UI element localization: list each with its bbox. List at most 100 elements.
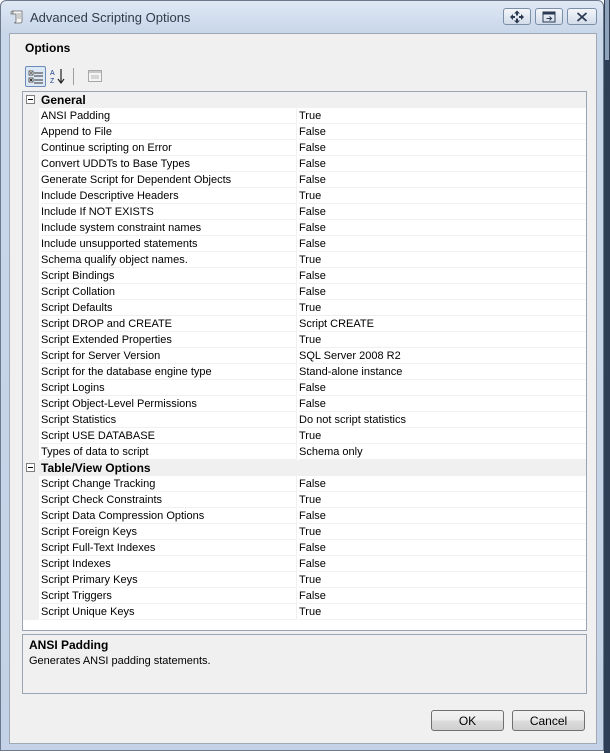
- property-name[interactable]: Include Descriptive Headers: [41, 188, 296, 204]
- property-name[interactable]: Append to File: [41, 124, 296, 140]
- property-row[interactable]: ANSI Padding True: [23, 108, 586, 124]
- column-divider[interactable]: [296, 252, 297, 268]
- ok-button[interactable]: OK: [431, 710, 504, 731]
- property-name[interactable]: Continue scripting on Error: [41, 140, 296, 156]
- cancel-button[interactable]: Cancel: [512, 710, 585, 731]
- property-row[interactable]: Include If NOT EXISTS False: [23, 204, 586, 220]
- property-name[interactable]: Schema qualify object names.: [41, 252, 296, 268]
- property-name[interactable]: Script Data Compression Options: [41, 508, 296, 524]
- property-value[interactable]: True: [299, 252, 586, 268]
- property-value[interactable]: True: [299, 604, 586, 620]
- column-divider[interactable]: [296, 284, 297, 300]
- property-name[interactable]: Script Check Constraints: [41, 492, 296, 508]
- property-grid[interactable]: General ANSI Padding True Append to File Fal…: [22, 91, 587, 631]
- property-row[interactable]: Types of data to script Schema only: [23, 444, 586, 460]
- property-row[interactable]: Script Triggers False: [23, 588, 586, 604]
- column-divider[interactable]: [296, 508, 297, 524]
- property-row[interactable]: Script Statistics Do not script statistic…: [23, 412, 586, 428]
- property-row[interactable]: Continue scripting on Error False: [23, 140, 586, 156]
- property-value[interactable]: False: [299, 172, 586, 188]
- property-name[interactable]: Script Collation: [41, 284, 296, 300]
- column-divider[interactable]: [296, 156, 297, 172]
- property-value[interactable]: False: [299, 156, 586, 172]
- property-value[interactable]: True: [299, 492, 586, 508]
- column-divider[interactable]: [296, 572, 297, 588]
- column-divider[interactable]: [296, 220, 297, 236]
- property-name[interactable]: Include If NOT EXISTS: [41, 204, 296, 220]
- column-divider[interactable]: [296, 492, 297, 508]
- property-value[interactable]: False: [299, 140, 586, 156]
- property-value[interactable]: False: [299, 220, 586, 236]
- column-divider[interactable]: [296, 188, 297, 204]
- property-row[interactable]: Script Defaults True: [23, 300, 586, 316]
- property-value[interactable]: False: [299, 124, 586, 140]
- property-name[interactable]: Script Indexes: [41, 556, 296, 572]
- property-row[interactable]: Append to File False: [23, 124, 586, 140]
- property-value[interactable]: False: [299, 540, 586, 556]
- move-button[interactable]: [503, 8, 531, 25]
- property-name[interactable]: ANSI Padding: [41, 108, 296, 124]
- property-row[interactable]: Script for the database engine type Stand…: [23, 364, 586, 380]
- property-value[interactable]: False: [299, 588, 586, 604]
- property-name[interactable]: Script Object-Level Permissions: [41, 396, 296, 412]
- column-divider[interactable]: [296, 428, 297, 444]
- property-row[interactable]: Script Primary Keys True: [23, 572, 586, 588]
- column-divider[interactable]: [296, 300, 297, 316]
- property-value[interactable]: False: [299, 236, 586, 252]
- property-row[interactable]: Script Check Constraints True: [23, 492, 586, 508]
- column-divider[interactable]: [296, 380, 297, 396]
- column-divider[interactable]: [296, 476, 297, 492]
- column-divider[interactable]: [296, 412, 297, 428]
- property-value[interactable]: True: [299, 332, 586, 348]
- close-button[interactable]: [567, 8, 597, 25]
- property-row[interactable]: Script Foreign Keys True: [23, 524, 586, 540]
- column-divider[interactable]: [296, 140, 297, 156]
- column-divider[interactable]: [296, 364, 297, 380]
- property-name[interactable]: Script Full-Text Indexes: [41, 540, 296, 556]
- category-header[interactable]: Table/View Options: [23, 460, 586, 476]
- property-value[interactable]: False: [299, 396, 586, 412]
- property-value[interactable]: False: [299, 380, 586, 396]
- property-value[interactable]: False: [299, 476, 586, 492]
- property-row[interactable]: Script Indexes False: [23, 556, 586, 572]
- title-bar[interactable]: Advanced Scripting Options: [1, 1, 603, 33]
- property-value[interactable]: True: [299, 300, 586, 316]
- property-value[interactable]: True: [299, 572, 586, 588]
- property-name[interactable]: Script USE DATABASE: [41, 428, 296, 444]
- property-name[interactable]: Script DROP and CREATE: [41, 316, 296, 332]
- property-name[interactable]: Script Defaults: [41, 300, 296, 316]
- property-value[interactable]: True: [299, 108, 586, 124]
- property-name[interactable]: Include unsupported statements: [41, 236, 296, 252]
- property-row[interactable]: Include unsupported statements False: [23, 236, 586, 252]
- property-name[interactable]: Script Logins: [41, 380, 296, 396]
- property-value[interactable]: True: [299, 188, 586, 204]
- property-row[interactable]: Script DROP and CREATE Script CREATE: [23, 316, 586, 332]
- collapse-icon[interactable]: [26, 463, 35, 472]
- column-divider[interactable]: [296, 236, 297, 252]
- property-row[interactable]: Script Data Compression Options False: [23, 508, 586, 524]
- property-name[interactable]: Script Triggers: [41, 588, 296, 604]
- property-row[interactable]: Script Object-Level Permissions False: [23, 396, 586, 412]
- column-divider[interactable]: [296, 124, 297, 140]
- property-row[interactable]: Script Bindings False: [23, 268, 586, 284]
- property-value[interactable]: False: [299, 268, 586, 284]
- property-name[interactable]: Script for the database engine type: [41, 364, 296, 380]
- property-row[interactable]: Script Unique Keys True: [23, 604, 586, 620]
- property-row[interactable]: Include system constraint names False: [23, 220, 586, 236]
- column-divider[interactable]: [296, 396, 297, 412]
- column-divider[interactable]: [296, 604, 297, 620]
- property-name[interactable]: Convert UDDTs to Base Types: [41, 156, 296, 172]
- property-value[interactable]: False: [299, 204, 586, 220]
- column-divider[interactable]: [296, 348, 297, 364]
- column-divider[interactable]: [296, 332, 297, 348]
- column-divider[interactable]: [296, 108, 297, 124]
- property-name[interactable]: Script Unique Keys: [41, 604, 296, 620]
- restore-button[interactable]: [535, 8, 563, 25]
- property-row[interactable]: Script USE DATABASE True: [23, 428, 586, 444]
- property-name[interactable]: Script Bindings: [41, 268, 296, 284]
- column-divider[interactable]: [296, 444, 297, 460]
- property-value[interactable]: Schema only: [299, 444, 586, 460]
- property-value[interactable]: SQL Server 2008 R2: [299, 348, 586, 364]
- property-row[interactable]: Schema qualify object names. True: [23, 252, 586, 268]
- property-name[interactable]: Script for Server Version: [41, 348, 296, 364]
